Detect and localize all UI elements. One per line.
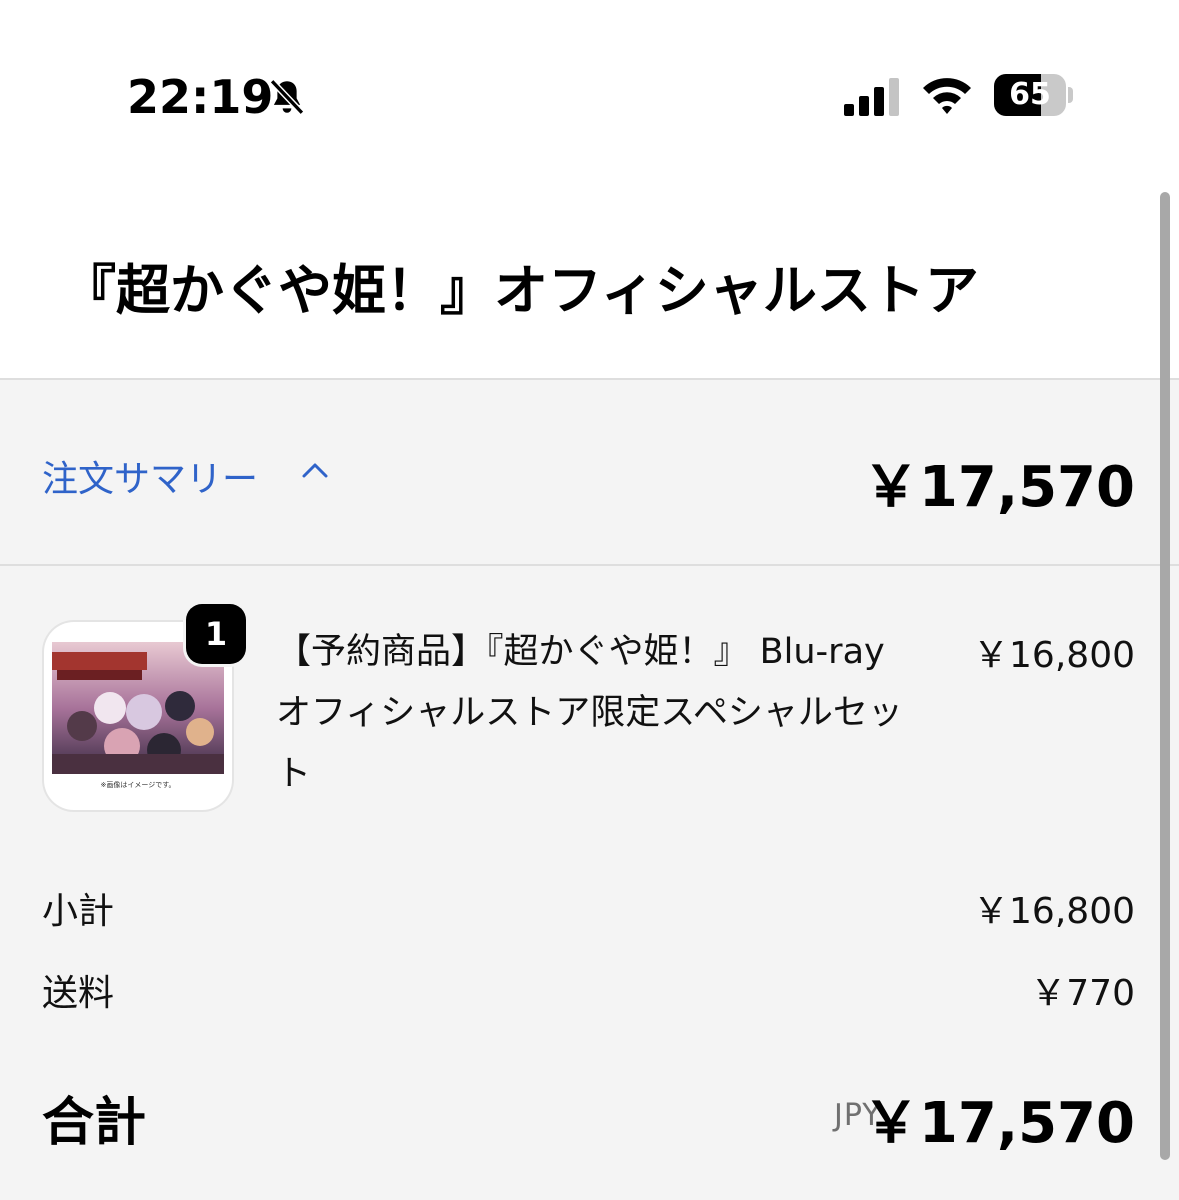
status-bar: 22:19 65	[0, 0, 1179, 190]
battery-level: 65	[1009, 77, 1051, 112]
shipping-value: ￥770	[1030, 973, 1135, 1014]
summary-total: ￥17,570	[862, 455, 1135, 520]
page-title: 『超かぐや姫！』オフィシャルストア	[62, 259, 979, 322]
product-image: ※画像はイメージです。	[52, 642, 224, 792]
wifi-icon	[920, 74, 974, 120]
subtotal-label: 小計	[42, 891, 115, 932]
shipping-label: 送料	[42, 973, 115, 1014]
product-price: ￥16,800	[973, 635, 1135, 676]
battery-icon: 65	[994, 74, 1066, 116]
bell-slash-icon	[266, 76, 308, 122]
order-summary-toggle[interactable]: 注文サマリー	[42, 450, 258, 502]
status-time: 22:19	[127, 70, 274, 124]
total-label: 合計	[42, 1093, 147, 1153]
product-name: 【予約商品】『超かぐや姫！』 Blu-ray オフィシャルストア限定スペシャルセ…	[276, 632, 903, 794]
cellular-signal-icon	[844, 76, 904, 120]
chevron-up-icon[interactable]	[300, 460, 330, 484]
quantity-badge: 1	[186, 604, 246, 664]
subtotal-value: ￥16,800	[973, 891, 1135, 932]
image-caption: ※画像はイメージです。	[100, 780, 175, 789]
scrollbar[interactable]	[1160, 192, 1170, 1160]
battery-cap	[1068, 87, 1073, 103]
grand-total: ￥17,570	[862, 1091, 1135, 1156]
